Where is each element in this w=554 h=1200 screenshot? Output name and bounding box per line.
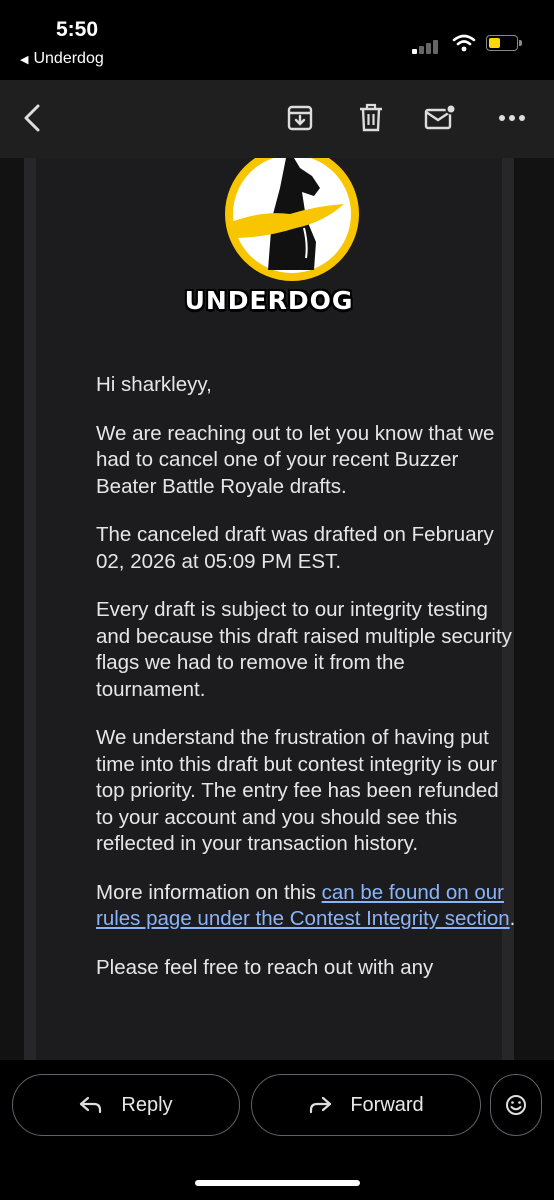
paragraph-integrity: Every draft is subject to our integrity …	[96, 598, 512, 701]
paragraph-cancel-notice: We are reaching out to let you know that…	[96, 421, 495, 498]
more-icon[interactable]	[494, 100, 530, 136]
underdog-logo	[220, 158, 364, 284]
paragraph-contact-partial: Please feel free to reach out with any	[96, 955, 434, 979]
emoji-reaction-icon	[506, 1095, 526, 1115]
paragraph-more-info: More information on this can be found on…	[96, 880, 516, 933]
reply-icon	[80, 1096, 102, 1114]
more-info-suffix: .	[509, 907, 516, 930]
back-icon[interactable]	[14, 100, 50, 136]
cellular-signal-icon	[412, 38, 442, 54]
reply-label: Reply	[121, 1093, 173, 1116]
back-app-label: Underdog	[33, 50, 104, 67]
more-info-prefix: More information on this	[96, 880, 322, 904]
email-message: Hi sharkleyy, We are reaching out to let…	[96, 372, 516, 1003]
email-body-scroll[interactable]: UNDERDOG Hi sharkleyy, We are reaching o…	[0, 158, 554, 1060]
forward-label: Forward	[350, 1093, 424, 1116]
brand-wordmark: UNDERDOG	[184, 286, 354, 315]
email-card-inner: UNDERDOG Hi sharkleyy, We are reaching o…	[36, 158, 515, 1060]
paragraph-draft-date: The canceled draft was drafted on Februa…	[96, 523, 494, 573]
status-bar: 5:50 ◀ Underdog	[0, 0, 554, 80]
home-indicator[interactable]	[195, 1180, 360, 1186]
forward-button[interactable]: Forward	[251, 1074, 481, 1136]
email-card: UNDERDOG Hi sharkleyy, We are reaching o…	[24, 158, 515, 1060]
back-triangle-icon: ◀	[20, 54, 29, 66]
paragraph-refund: We understand the frustration of having …	[96, 726, 499, 855]
battery-icon	[486, 35, 522, 51]
emoji-reaction-button[interactable]	[490, 1074, 542, 1136]
reply-button[interactable]: Reply	[12, 1074, 240, 1136]
archive-icon[interactable]	[282, 100, 318, 136]
mark-unread-icon[interactable]	[422, 100, 458, 136]
trash-icon[interactable]	[353, 100, 389, 136]
greeting: Hi sharkleyy,	[96, 373, 212, 396]
clock: 5:50	[56, 18, 99, 41]
wifi-icon	[452, 34, 476, 52]
back-to-app-link[interactable]: ◀ Underdog	[20, 50, 104, 68]
reply-action-bar: Reply Forward	[0, 1060, 554, 1200]
email-toolbar	[0, 80, 554, 158]
forward-icon	[310, 1096, 332, 1114]
